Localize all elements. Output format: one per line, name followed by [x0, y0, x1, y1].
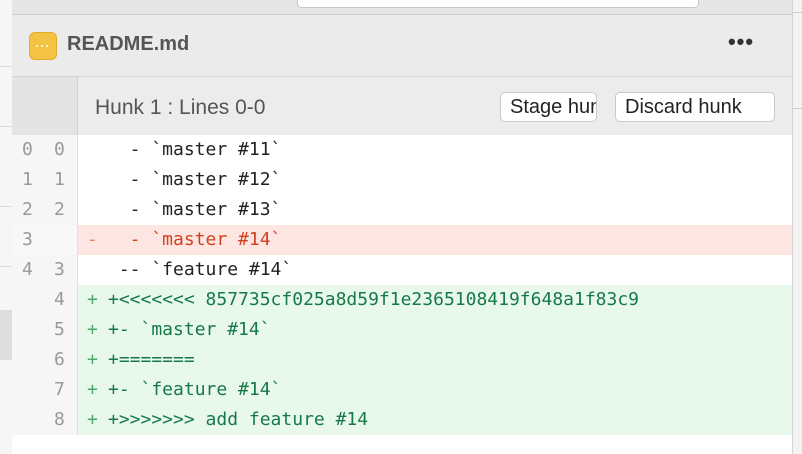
diff-line-text: +- `master #14`	[108, 319, 271, 340]
diff-line[interactable]: 1 1 - `master #12`	[12, 165, 792, 195]
diff-line[interactable]: 0 0 - `master #11`	[12, 135, 792, 165]
more-options-button[interactable]: •••	[718, 31, 764, 59]
old-line-number: 1	[22, 169, 33, 190]
new-line-number: 0	[54, 139, 65, 160]
hunk-gutter	[12, 77, 78, 135]
diff-line-added[interactable]: 8 + +>>>>>>> add feature #14	[12, 405, 792, 435]
discard-hunk-button[interactable]: Discard hunk	[615, 92, 775, 122]
diff-line-text: +>>>>>>> add feature #14	[108, 409, 369, 430]
file-modified-icon: ···	[29, 32, 57, 60]
line-gutter: 5	[12, 315, 78, 345]
hunk-title: Hunk 1 : Lines 0-0	[95, 96, 266, 119]
diff-line-added[interactable]: 6 + +=======	[12, 345, 792, 375]
line-gutter: 1 1	[12, 165, 78, 195]
diff-sign: -	[87, 229, 98, 250]
toolbar-fragment	[12, 0, 792, 15]
old-line-number: 2	[22, 199, 33, 220]
new-line-number: 5	[54, 319, 65, 340]
scrollbar-track[interactable]	[792, 0, 802, 454]
line-gutter: 3	[12, 225, 78, 255]
file-name: README.md	[67, 33, 190, 55]
line-gutter: 4 3	[12, 255, 78, 285]
diff-line[interactable]: 4 3 -- `feature #14`	[12, 255, 792, 285]
old-line-number: 0	[22, 139, 33, 160]
new-line-number: 4	[54, 289, 65, 310]
sidebar-row	[0, 0, 12, 67]
diff-line-text: -- `feature #14`	[108, 259, 293, 280]
diff-line-added[interactable]: 7 + +- `feature #14`	[12, 375, 792, 405]
new-line-number: 1	[54, 169, 65, 190]
new-line-number: 6	[54, 349, 65, 370]
old-line-number: 4	[22, 259, 33, 280]
diff-sign: +	[87, 379, 98, 400]
new-line-number: 3	[54, 259, 65, 280]
diff-line-text: - `master #13`	[108, 199, 282, 220]
new-line-number: 7	[54, 379, 65, 400]
diff-line-added[interactable]: 5 + +- `master #14`	[12, 315, 792, 345]
sidebar-row	[0, 66, 12, 127]
sidebar-row	[0, 126, 12, 207]
commit-message-field[interactable]	[297, 0, 699, 8]
diff-line-added[interactable]: 4 + +<<<<<<< 857735cf025a8d59f1e23651084…	[12, 285, 792, 315]
stage-hunk-button[interactable]: Stage hunk	[500, 92, 597, 122]
line-gutter: 4	[12, 285, 78, 315]
diff-sign: +	[87, 409, 98, 430]
sidebar-row-selected	[0, 310, 12, 360]
diff-line-text: - `master #11`	[108, 139, 282, 160]
new-line-number: 2	[54, 199, 65, 220]
line-gutter: 0 0	[12, 135, 78, 165]
diff-sign: +	[87, 349, 98, 370]
diff-line-text: - `master #14`	[108, 229, 282, 250]
diff-line-removed[interactable]: 3 - - `master #14`	[12, 225, 792, 255]
diff-line[interactable]: 2 2 - `master #13`	[12, 195, 792, 225]
diff-line-text: - `master #12`	[108, 169, 282, 190]
diff-line-text: +<<<<<<< 857735cf025a8d59f1e2365108419f6…	[108, 289, 640, 310]
diff-sign: +	[87, 289, 98, 310]
scroll-edge	[793, 12, 802, 109]
old-line-number: 3	[22, 229, 33, 250]
line-gutter: 8	[12, 405, 78, 435]
diff-line-text: +- `feature #14`	[108, 379, 282, 400]
line-gutter: 2 2	[12, 195, 78, 225]
sidebar-row	[0, 206, 12, 267]
hunk-header: Hunk 1 : Lines 0-0 Stage hunk Discard hu…	[12, 77, 792, 135]
file-header: ··· README.md •••	[12, 15, 792, 77]
diff-sign: +	[87, 319, 98, 340]
line-gutter: 6	[12, 345, 78, 375]
line-gutter: 7	[12, 375, 78, 405]
diff-line-text: +=======	[108, 349, 195, 370]
new-line-number: 8	[54, 409, 65, 430]
diff-view: 0 0 - `master #11` 1 1 - `master #12` 2 …	[12, 135, 792, 454]
